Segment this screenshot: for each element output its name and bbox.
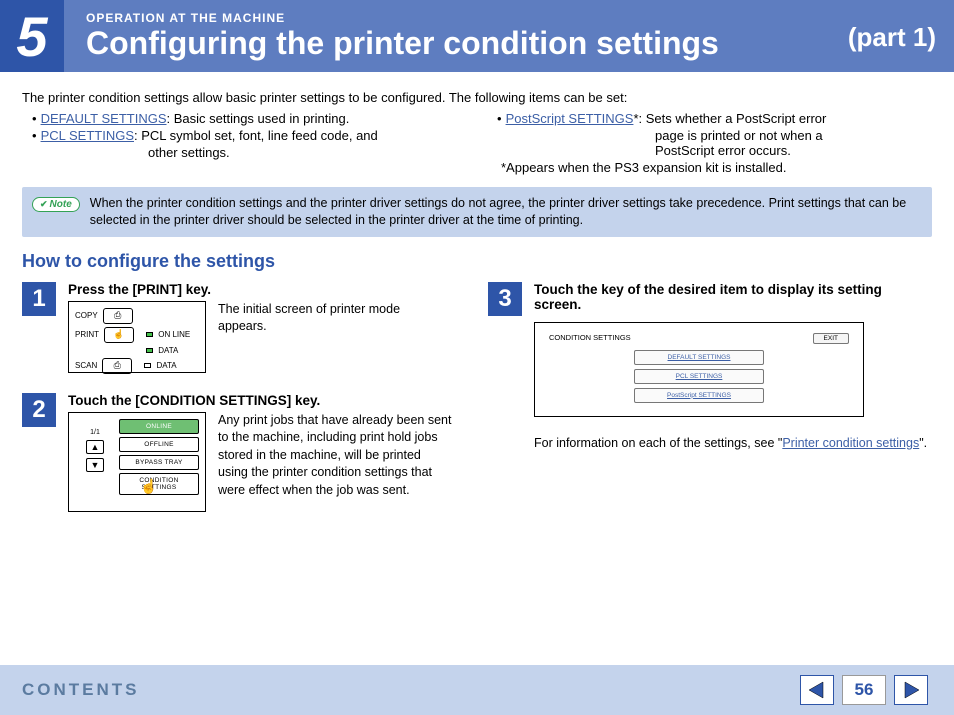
- printer-condition-settings-link[interactable]: Printer condition settings: [782, 436, 919, 450]
- settings-screen-illustration: CONDITION SETTINGS EXIT DEFAULT SETTINGS…: [534, 322, 864, 417]
- step-number: 3: [488, 282, 522, 316]
- howto-heading: How to configure the settings: [22, 251, 932, 272]
- chapter-name: OPERATION AT THE MACHINE: [86, 11, 954, 25]
- postscript-settings-button: PostScript SETTINGS: [634, 388, 764, 403]
- step-description: The initial screen of printer mode appea…: [218, 301, 452, 373]
- info-pre: For information on each of the settings,…: [534, 436, 782, 450]
- bullet-dot-icon: •: [32, 128, 37, 143]
- note-box: Note When the printer condition settings…: [22, 187, 932, 237]
- chapter-number: 5: [16, 4, 47, 69]
- step-description: Any print jobs that have already been se…: [218, 412, 452, 512]
- default-settings-button: DEFAULT SETTINGS: [634, 350, 764, 365]
- bullet-continuation: other settings.: [22, 145, 467, 160]
- info-text: For information on each of the settings,…: [534, 435, 932, 453]
- next-page-button[interactable]: [894, 675, 928, 705]
- screen-heading: CONDITION SETTINGS: [549, 333, 631, 344]
- contents-link[interactable]: CONTENTS: [22, 680, 140, 700]
- condition-settings-button: CONDITION SETTINGS☝: [119, 473, 199, 495]
- step-number: 2: [22, 393, 56, 427]
- step-1: 1 Press the [PRINT] key. COPY ⎙ PRINT ☝ ON…: [22, 282, 452, 373]
- bullet-item: • PCL SETTINGS: PCL symbol set, font, li…: [22, 128, 467, 143]
- bullets-right: • PostScript SETTINGS*: Sets whether a P…: [487, 111, 932, 175]
- step-title: Touch the [CONDITION SETTINGS] key.: [68, 393, 452, 408]
- info-post: ".: [919, 436, 927, 450]
- bullet-item: • DEFAULT SETTINGS: Basic settings used …: [22, 111, 467, 126]
- step-number: 1: [22, 282, 56, 316]
- hand-pointer-icon: ☝: [140, 478, 158, 495]
- pcl-settings-link[interactable]: PCL SETTINGS: [41, 128, 134, 143]
- page-footer: CONTENTS 56: [0, 665, 954, 715]
- down-arrow-icon: ▼: [86, 458, 104, 472]
- copy-key-icon: ⎙: [103, 308, 133, 324]
- note-badge: Note: [32, 197, 80, 212]
- content-area: The printer condition settings allow bas…: [0, 72, 954, 532]
- chapter-number-box: 5: [0, 0, 64, 72]
- bullet-dot-icon: •: [497, 111, 502, 126]
- steps-row: 1 Press the [PRINT] key. COPY ⎙ PRINT ☝ ON…: [22, 282, 932, 532]
- prev-page-button[interactable]: [800, 675, 834, 705]
- pcl-settings-button: PCL SETTINGS: [634, 369, 764, 384]
- led-icon: [146, 332, 153, 337]
- copy-label: COPY: [75, 311, 98, 320]
- bullets-row: • DEFAULT SETTINGS: Basic settings used …: [22, 111, 932, 175]
- note-text: When the printer condition settings and …: [90, 195, 922, 229]
- scan-key-icon: ⎙: [102, 358, 132, 374]
- bullet-desc: : PCL symbol set, font, line feed code, …: [134, 128, 378, 143]
- steps-left-col: 1 Press the [PRINT] key. COPY ⎙ PRINT ☝ ON…: [22, 282, 452, 532]
- exit-button: EXIT: [813, 333, 849, 344]
- online-button: ONLINE: [119, 419, 199, 434]
- bullet-continuation: page is printed or not when a: [487, 128, 932, 143]
- bullet-desc: : Sets whether a PostScript error: [639, 111, 827, 126]
- offline-button: OFFLINE: [119, 437, 199, 452]
- bullet-continuation: PostScript error occurs.: [487, 143, 932, 158]
- step-title: Press the [PRINT] key.: [68, 282, 452, 297]
- bypass-tray-button: BYPASS TRAY: [119, 455, 199, 470]
- step-3: 3 Touch the key of the desired item to d…: [488, 282, 932, 453]
- page-title: Configuring the printer condition settin…: [86, 25, 954, 62]
- intro-text: The printer condition settings allow bas…: [22, 90, 932, 105]
- led-icon: [144, 363, 151, 368]
- led-icon: [146, 348, 153, 353]
- print-key-icon: ☝: [104, 327, 134, 343]
- prev-arrow-icon: [807, 680, 827, 700]
- step-2: 2 Touch the [CONDITION SETTINGS] key. 1/…: [22, 393, 452, 512]
- scan-label: SCAN: [75, 361, 97, 370]
- bullet-item: • PostScript SETTINGS*: Sets whether a P…: [487, 111, 932, 126]
- bullets-left: • DEFAULT SETTINGS: Basic settings used …: [22, 111, 467, 175]
- step-title: Touch the key of the desired item to dis…: [534, 282, 932, 312]
- default-settings-link[interactable]: DEFAULT SETTINGS: [41, 111, 167, 126]
- steps-right-col: 3 Touch the key of the desired item to d…: [488, 282, 932, 532]
- print-label: PRINT: [75, 330, 99, 339]
- page-header: 5 OPERATION AT THE MACHINE Configuring t…: [0, 0, 954, 72]
- page-indicator: 1/1: [90, 429, 100, 436]
- page-number: 56: [842, 675, 886, 705]
- next-arrow-icon: [901, 680, 921, 700]
- part-label: (part 1): [848, 22, 936, 53]
- online-label: ON LINE: [158, 330, 190, 339]
- data-label: DATA: [158, 346, 178, 355]
- bullet-desc: : Basic settings used in printing.: [167, 111, 350, 126]
- bullet-dot-icon: •: [32, 111, 37, 126]
- header-text: OPERATION AT THE MACHINE Configuring the…: [64, 11, 954, 62]
- postscript-settings-link[interactable]: PostScript SETTINGS: [506, 111, 634, 126]
- touchscreen-illustration: 1/1 ▲ ▼ ONLINE OFFLINE BYPASS TRAY CONDI…: [68, 412, 206, 512]
- operation-panel-illustration: COPY⎙ PRINT☝ ON LINE PRINT DATA SCAN⎙ DA…: [68, 301, 206, 373]
- data-label: DATA: [156, 361, 176, 370]
- asterisk-note: *Appears when the PS3 expansion kit is i…: [487, 160, 932, 175]
- up-arrow-icon: ▲: [86, 440, 104, 454]
